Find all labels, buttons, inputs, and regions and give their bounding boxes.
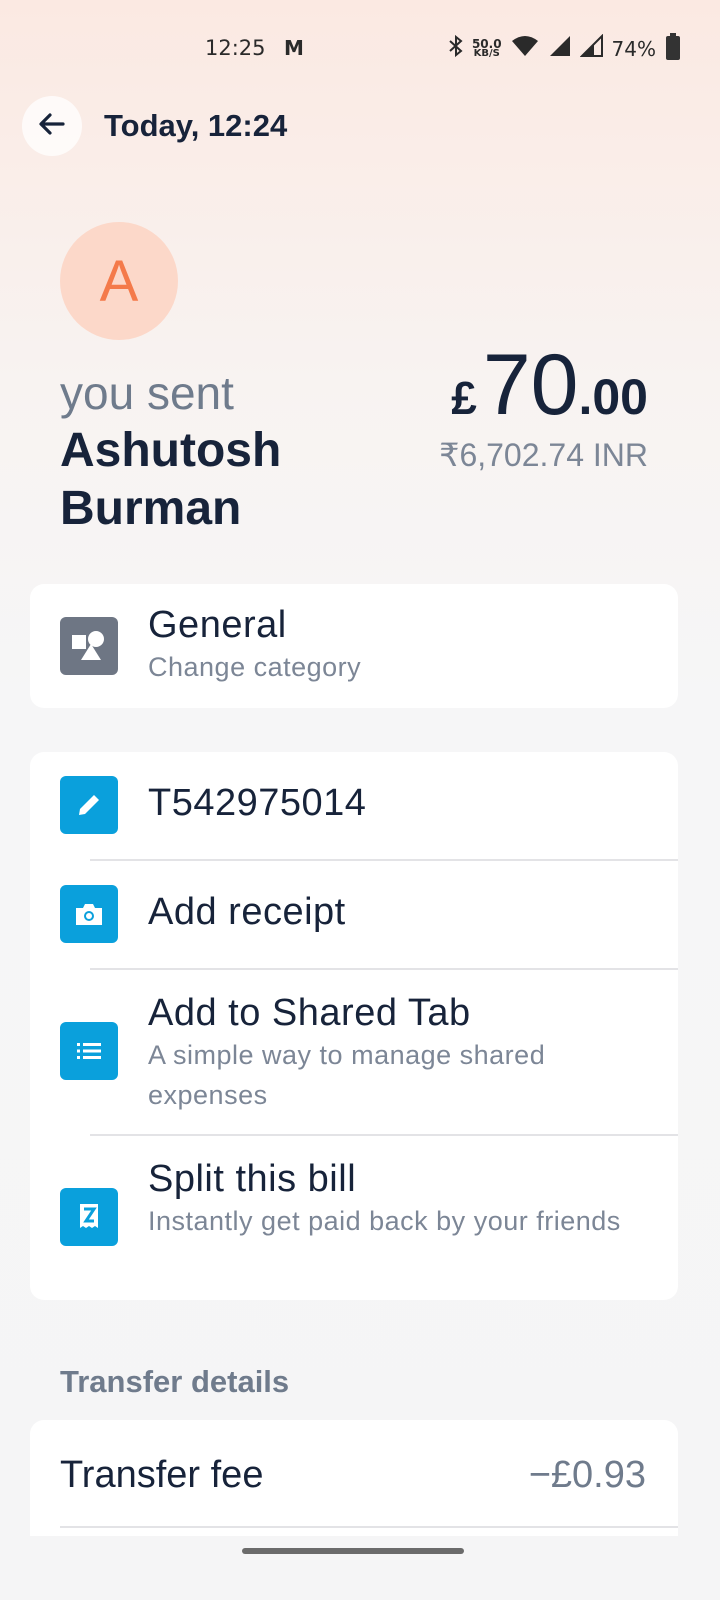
battery-level: 74% bbox=[611, 36, 656, 61]
back-button[interactable] bbox=[22, 96, 82, 156]
converted-amount: ₹6,702.74 INR bbox=[439, 437, 648, 473]
recipient-name: Ashutosh Burman bbox=[60, 424, 282, 535]
shared-tab-texts: Add to Shared Tab A simple way to manage… bbox=[148, 992, 658, 1115]
transfer-details-heading: Transfer details bbox=[60, 1364, 290, 1399]
avatar: A bbox=[60, 222, 178, 340]
shared-tab-title: Add to Shared Tab bbox=[148, 992, 471, 1034]
shapes-icon bbox=[60, 617, 118, 675]
header: Today, 12:24 bbox=[22, 96, 287, 156]
split-bill-texts: Split this bill Instantly get paid back … bbox=[148, 1158, 658, 1241]
category-subtitle: Change category bbox=[148, 652, 362, 682]
transfer-fee-label: Transfer fee bbox=[60, 1454, 264, 1496]
split-bill-row[interactable]: Split this bill Instantly get paid back … bbox=[30, 1136, 678, 1300]
direction-label: you sent bbox=[60, 367, 234, 419]
battery-icon bbox=[666, 33, 680, 60]
signal-icon bbox=[548, 34, 572, 63]
app-notification-icon: M bbox=[284, 36, 304, 60]
actions-card: T542975014 Add receipt Add to Shared Tab bbox=[30, 752, 678, 1300]
receipt-split-icon bbox=[60, 1188, 118, 1246]
page-title: Today, 12:24 bbox=[104, 108, 288, 143]
category-title: General bbox=[148, 604, 287, 646]
status-time: 12:25 bbox=[205, 36, 266, 60]
category-card[interactable]: General Change category bbox=[30, 584, 678, 708]
reference-title: T542975014 bbox=[148, 782, 367, 824]
camera-icon bbox=[60, 885, 118, 943]
split-bill-title: Split this bill bbox=[148, 1158, 357, 1200]
reference-texts: T542975014 bbox=[148, 782, 658, 825]
add-receipt-row[interactable]: Add receipt bbox=[30, 861, 678, 968]
reference-row[interactable]: T542975014 bbox=[30, 752, 678, 859]
home-indicator[interactable] bbox=[242, 1548, 464, 1554]
shared-tab-row[interactable]: Add to Shared Tab A simple way to manage… bbox=[30, 970, 678, 1134]
add-receipt-title: Add receipt bbox=[148, 891, 346, 933]
signal-roaming-icon bbox=[579, 33, 604, 63]
status-bar: 12:25 M 50.0 KB/S 74% bbox=[0, 0, 720, 96]
currency-symbol: £ bbox=[451, 372, 477, 424]
split-bill-subtitle: Instantly get paid back by your friends bbox=[148, 1206, 621, 1236]
transfer-fee-value: −£0.93 bbox=[528, 1454, 646, 1496]
bluetooth-icon bbox=[448, 34, 464, 63]
amount-main: 70 bbox=[482, 337, 579, 433]
category-texts: General Change category bbox=[148, 604, 658, 687]
wifi-icon bbox=[510, 34, 540, 63]
category-row[interactable]: General Change category bbox=[30, 584, 678, 708]
list-icon bbox=[60, 1022, 118, 1080]
bottom-nav-area bbox=[0, 1536, 720, 1600]
amount: £ 70 .00 bbox=[451, 336, 648, 435]
add-receipt-texts: Add receipt bbox=[148, 891, 658, 934]
shared-tab-subtitle: A simple way to manage shared expenses bbox=[148, 1040, 546, 1110]
arrow-left-icon bbox=[36, 108, 68, 145]
pencil-icon bbox=[60, 776, 118, 834]
amount-decimal: .00 bbox=[578, 369, 648, 425]
network-speed: 50.0 KB/S bbox=[471, 36, 502, 59]
divider bbox=[60, 1526, 678, 1528]
status-icons: 50.0 KB/S 74% bbox=[448, 33, 656, 63]
